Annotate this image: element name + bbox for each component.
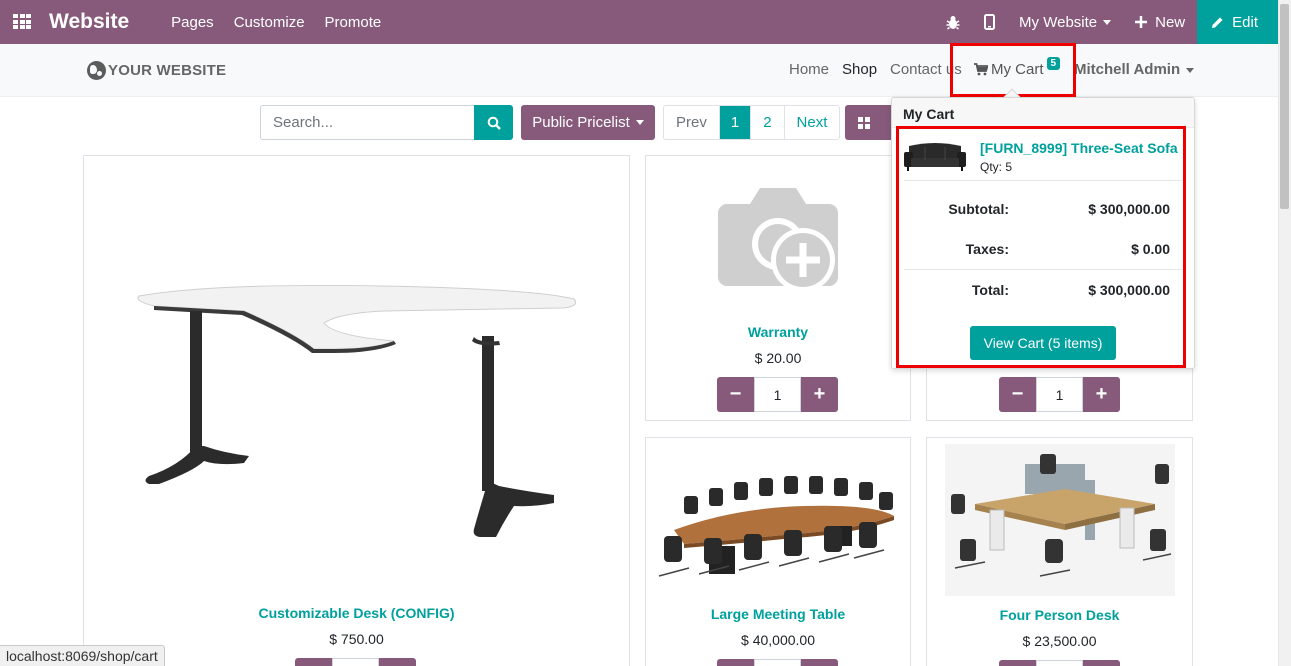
- grid-view-button[interactable]: [845, 105, 883, 140]
- scrollbar-thumb[interactable]: [1280, 4, 1289, 209]
- product-name[interactable]: Four Person Desk: [927, 607, 1192, 623]
- qty-plus-button[interactable]: +: [1083, 660, 1120, 666]
- quantity-stepper: − 1 +: [999, 377, 1120, 412]
- app-title: Website: [49, 10, 130, 33]
- pager: Prev 1 2 Next: [663, 105, 841, 140]
- qty-minus-button[interactable]: −: [999, 660, 1036, 666]
- quantity-stepper: − 1 +: [717, 377, 838, 412]
- pager-next[interactable]: Next: [783, 106, 840, 139]
- debug-bug-icon[interactable]: [934, 0, 972, 44]
- qty-minus-button[interactable]: −: [717, 659, 754, 666]
- website-header: YOUR WEBSITE Home Shop Contact us My Car…: [0, 44, 1278, 97]
- menu-promote[interactable]: Promote: [325, 14, 382, 31]
- qty-minus-button[interactable]: −: [295, 658, 332, 666]
- qty-input[interactable]: 1: [754, 659, 801, 666]
- chevron-down-icon: [1103, 19, 1112, 25]
- globe-icon: [87, 61, 106, 80]
- product-price: $ 750.00: [329, 631, 384, 647]
- popover-highlight-box: [896, 126, 1186, 368]
- nav-shop[interactable]: Shop: [842, 61, 877, 78]
- chevron-down-icon: [635, 120, 644, 125]
- menu-pages[interactable]: Pages: [171, 14, 214, 31]
- qty-minus-button[interactable]: −: [999, 377, 1036, 412]
- menu-customize[interactable]: Customize: [234, 14, 305, 31]
- meeting-table-image: [658, 476, 894, 577]
- apps-menu-icon[interactable]: [0, 0, 44, 44]
- pager-prev[interactable]: Prev: [664, 106, 719, 139]
- website-switcher-label: My Website: [1019, 13, 1098, 31]
- pencil-icon: [1212, 17, 1223, 28]
- four-person-desk-image: [945, 444, 1175, 596]
- popover-title: My Cart: [892, 98, 1194, 128]
- quantity-stepper: − 1 +: [295, 658, 416, 666]
- product-name[interactable]: Warranty: [646, 324, 910, 340]
- product-price: $ 23,500.00: [1022, 633, 1097, 649]
- qty-input[interactable]: 1: [1036, 660, 1083, 666]
- product-card-four-person-desk[interactable]: Four Person Desk $ 23,500.00 − 1 +: [926, 437, 1193, 666]
- new-button[interactable]: New: [1123, 0, 1197, 44]
- nav-home[interactable]: Home: [789, 61, 829, 78]
- product-card-large-meeting-table[interactable]: Large Meeting Table $ 40,000.00 − 1 +: [645, 437, 911, 666]
- product-card-warranty[interactable]: Warranty $ 20.00 − 1 +: [645, 155, 911, 421]
- quantity-stepper: − 1 +: [717, 659, 838, 666]
- pager-page-2[interactable]: 2: [750, 106, 783, 139]
- user-menu[interactable]: Mitchell Admin: [1074, 61, 1195, 78]
- pricelist-label: Public Pricelist: [532, 114, 630, 131]
- search-button[interactable]: [474, 105, 513, 140]
- user-name: Mitchell Admin: [1074, 61, 1181, 78]
- qty-plus-button[interactable]: +: [1083, 377, 1120, 412]
- pricelist-dropdown[interactable]: Public Pricelist: [521, 105, 655, 140]
- qty-plus-button[interactable]: +: [801, 377, 838, 412]
- website-switcher[interactable]: My Website: [1007, 0, 1123, 44]
- plus-icon: [1135, 16, 1148, 28]
- new-button-label: New: [1155, 13, 1186, 31]
- status-bar-url: localhost:8069/shop/cart: [0, 645, 165, 666]
- site-logo-text: YOUR WEBSITE: [108, 62, 227, 79]
- chevron-down-icon: [1186, 67, 1195, 73]
- desk-image: [137, 284, 577, 537]
- edit-button-label: Edit: [1232, 13, 1258, 31]
- camera-placeholder-icon: [718, 188, 838, 292]
- qty-input[interactable]: 1: [754, 377, 801, 412]
- product-price: $ 20.00: [754, 350, 802, 366]
- qty-plus-button[interactable]: +: [801, 659, 838, 666]
- page-scrollbar[interactable]: [1278, 0, 1291, 666]
- pager-page-1[interactable]: 1: [718, 106, 751, 139]
- edit-button[interactable]: Edit: [1197, 0, 1278, 44]
- qty-input[interactable]: 1: [332, 658, 379, 666]
- admin-navbar: Website Pages Customize Promote My Websi…: [0, 0, 1278, 44]
- product-name[interactable]: Customizable Desk (CONFIG): [84, 605, 629, 621]
- qty-plus-button[interactable]: +: [379, 658, 416, 666]
- product-card-customizable-desk[interactable]: Customizable Desk (CONFIG) $ 750.00 − 1 …: [83, 155, 630, 666]
- site-logo[interactable]: YOUR WEBSITE: [87, 61, 226, 80]
- grid-icon: [858, 116, 870, 129]
- product-name[interactable]: Large Meeting Table: [646, 606, 910, 622]
- mobile-preview-icon[interactable]: [972, 0, 1007, 44]
- search-input[interactable]: [260, 105, 475, 140]
- qty-input[interactable]: 1: [1036, 377, 1083, 412]
- search-icon: [487, 116, 501, 130]
- quantity-stepper: − 1 +: [999, 660, 1120, 666]
- qty-minus-button[interactable]: −: [717, 377, 754, 412]
- product-price: $ 40,000.00: [741, 632, 815, 648]
